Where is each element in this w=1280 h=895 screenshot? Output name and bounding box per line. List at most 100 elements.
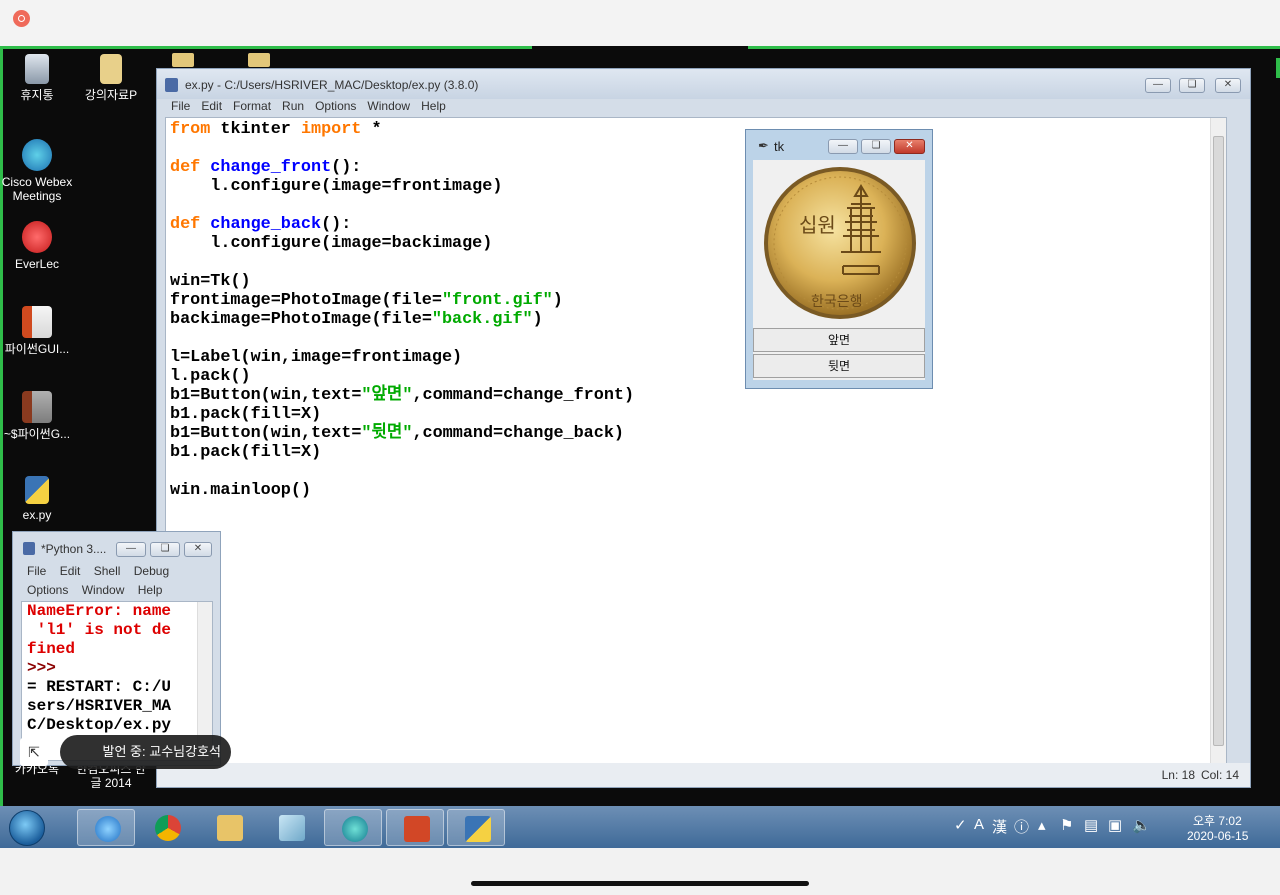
tk-minimize-button[interactable]: — xyxy=(828,139,858,154)
code-line: l=Label(win,image=frontimage) xyxy=(170,348,463,367)
expand-icon[interactable]: ⇱ xyxy=(20,738,48,766)
shell-menu-debug[interactable]: Debug xyxy=(134,564,169,578)
minimize-button[interactable]: — xyxy=(1145,78,1171,93)
network-icon[interactable]: ▣ xyxy=(1108,816,1122,834)
language-indicator-icon[interactable]: ✓ xyxy=(954,816,967,834)
shell-minimize-button[interactable]: — xyxy=(116,542,146,557)
shell-line: fined xyxy=(27,640,76,658)
code-line: b1.pack(fill=X) xyxy=(170,405,322,424)
shared-screen: 휴지통 강의자료P Cisco Webex Meetings EverLec 파… xyxy=(0,46,1280,848)
file-explorer-icon xyxy=(217,815,243,841)
internet-explorer-icon xyxy=(95,816,121,842)
shell-restore-button[interactable]: ❏ xyxy=(150,542,180,557)
menu-file[interactable]: File xyxy=(171,99,190,117)
editor-title-bar[interactable]: ex.py - C:/Users/HSRIVER_MAC/Desktop/ex.… xyxy=(157,69,1250,99)
flag-icon[interactable]: ⚑ xyxy=(1060,816,1073,834)
recording-indicator-icon[interactable] xyxy=(13,10,30,27)
shell-close-button[interactable]: ✕ xyxy=(184,542,212,557)
taskbar-file-explorer[interactable] xyxy=(200,809,258,846)
taskbar-powerpoint[interactable] xyxy=(386,809,444,846)
restore-button[interactable]: ❏ xyxy=(1179,78,1205,93)
code-editor[interactable]: from tkinter import * def change_front()… xyxy=(165,117,1227,765)
menu-edit[interactable]: Edit xyxy=(201,99,222,117)
hanja-indicator[interactable]: 漢 xyxy=(992,816,1007,837)
webex-icon xyxy=(22,139,52,171)
recycle-bin-icon xyxy=(25,54,49,84)
front-button[interactable]: 앞면 xyxy=(753,328,925,352)
shell-menu-file[interactable]: File xyxy=(27,564,46,578)
shell-menu-window[interactable]: Window xyxy=(82,583,125,597)
scrollbar-thumb[interactable] xyxy=(1213,136,1224,746)
python-shell-window: *Python 3.... — ❏ ✕ File Edit Shell Debu… xyxy=(12,531,221,766)
tk-title-bar[interactable]: ✒ tk — ❏ ✕ xyxy=(746,130,932,160)
start-button[interactable] xyxy=(9,810,45,846)
windows-taskbar: ✓ A 漢 ⓘ ▴ ⚑ ▤ ▣ 🔈 오후 7:02 2020-06-15 xyxy=(0,806,1280,848)
close-button[interactable]: ✕ xyxy=(1215,78,1241,93)
menu-options[interactable]: Options xyxy=(315,99,356,117)
desktop-icon-everlec[interactable]: EverLec xyxy=(0,221,77,271)
desktop-icon-label: ~$파이썬G... xyxy=(3,427,71,441)
code-line: b1.pack(fill=X) xyxy=(170,443,322,462)
folder-icon[interactable] xyxy=(172,53,194,67)
home-indicator[interactable] xyxy=(471,881,809,886)
taskbar-notebook[interactable] xyxy=(262,809,320,846)
active-speaker-text: 발언 중: 교수님강호석 xyxy=(102,744,221,759)
taskbar-chrome[interactable] xyxy=(138,809,196,846)
taskbar-internet-explorer[interactable] xyxy=(77,809,135,846)
code-line: l.pack() xyxy=(170,367,251,386)
desktop-icon-ppt-temp-file[interactable]: ~$파이썬G... xyxy=(0,391,77,441)
desktop-icon-label: 파이썬GUI... xyxy=(4,342,70,356)
shell-title-bar[interactable]: *Python 3.... — ❏ ✕ xyxy=(13,532,220,562)
clock-time[interactable]: 오후 7:02 xyxy=(1193,812,1242,829)
webex-icon xyxy=(342,816,368,842)
shell-line: C/Desktop/ex.py xyxy=(27,716,172,734)
tray-expand-icon[interactable]: ▴ xyxy=(1038,816,1046,834)
clock-date[interactable]: 2020-06-15 xyxy=(1187,829,1248,843)
code-line: backimage=PhotoImage(file="back.gif") xyxy=(170,310,543,329)
desktop-icon-course-folder[interactable]: 강의자료P xyxy=(71,54,151,102)
windows-desktop: 휴지통 강의자료P Cisco Webex Meetings EverLec 파… xyxy=(0,46,1280,806)
menu-format[interactable]: Format xyxy=(233,99,271,117)
folder-icon xyxy=(100,54,122,84)
shell-menu-help[interactable]: Help xyxy=(138,583,163,597)
shell-line: 'l1' is not de xyxy=(27,621,172,639)
code-line: def change_back(): xyxy=(170,215,352,234)
shell-title: *Python 3.... xyxy=(41,542,107,556)
tk-close-button[interactable]: ✕ xyxy=(894,139,925,154)
python-idle-icon xyxy=(465,816,491,842)
folder-icon[interactable] xyxy=(248,53,270,67)
editor-scrollbar[interactable] xyxy=(1210,118,1226,764)
menu-help[interactable]: Help xyxy=(421,99,446,117)
help-icon[interactable]: ⓘ xyxy=(1014,816,1029,837)
tk-maximize-button[interactable]: ❏ xyxy=(861,139,891,154)
code-line: win=Tk() xyxy=(170,272,251,291)
menu-window[interactable]: Window xyxy=(367,99,410,117)
everlec-icon xyxy=(22,221,52,253)
desktop-icon-label: ex.py xyxy=(22,508,52,522)
ime-mode-indicator[interactable]: A xyxy=(974,816,984,833)
desktop-icon-recycle-bin[interactable]: 휴지통 xyxy=(0,54,77,102)
taskbar-webex[interactable] xyxy=(324,809,382,846)
active-speaker-badge: 발언 중: 교수님강호석 xyxy=(60,735,231,769)
taskbar-python-idle[interactable] xyxy=(447,809,505,846)
back-button[interactable]: 뒷면 xyxy=(753,354,925,378)
shell-menu-options[interactable]: Options xyxy=(27,583,68,597)
editor-title: ex.py - C:/Users/HSRIVER_MAC/Desktop/ex.… xyxy=(185,78,479,92)
shell-menu-shell[interactable]: Shell xyxy=(94,564,121,578)
shell-menu-edit[interactable]: Edit xyxy=(60,564,81,578)
python-idle-icon xyxy=(165,78,178,92)
menu-run[interactable]: Run xyxy=(282,99,304,117)
shell-output-text: NameError: name 'l1' is not de fined >>> = … xyxy=(27,602,171,735)
desktop-icon-ppt-file[interactable]: 파이썬GUI... xyxy=(0,306,77,356)
volume-icon[interactable]: 🔈 xyxy=(1132,816,1151,834)
desktop-icon-webex[interactable]: Cisco Webex Meetings xyxy=(0,139,77,203)
tk-feather-icon: ✒ xyxy=(758,138,769,153)
desktop-icon-ex-py[interactable]: ex.py xyxy=(0,476,77,522)
powerpoint-icon xyxy=(404,816,430,842)
device-icon[interactable]: ▤ xyxy=(1084,816,1098,834)
desktop-icon-label: 휴지통 xyxy=(20,88,54,102)
